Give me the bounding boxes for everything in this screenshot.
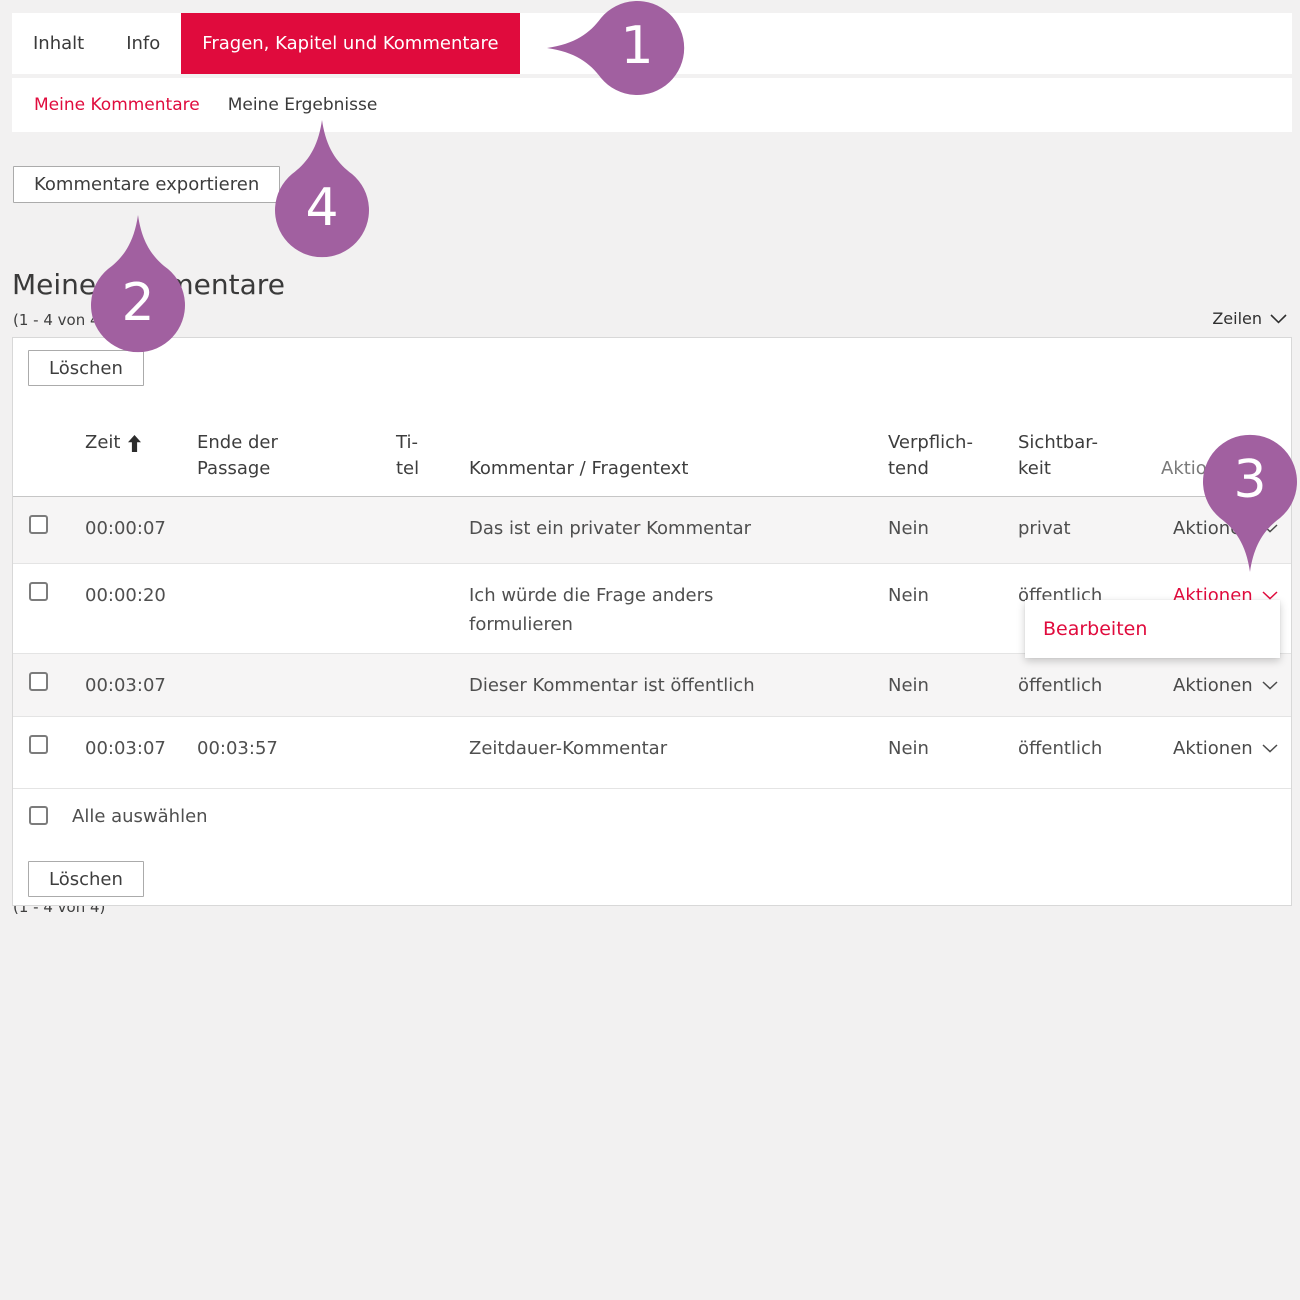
delete-button-top[interactable]: Löschen [28, 350, 144, 386]
cell-sichtbarkeit: öffentlich [1006, 717, 1149, 788]
column-header-aktionen: Aktionen [1149, 456, 1293, 482]
menu-item-bearbeiten[interactable]: Bearbeiten [1025, 618, 1147, 640]
subtab-meine-kommentare[interactable]: Meine Kommentare [34, 95, 200, 115]
cell-verpflichtend: Nein [876, 564, 1006, 653]
row-checkbox[interactable] [29, 582, 48, 601]
cell-ende [185, 564, 384, 653]
rows-per-page-dropdown[interactable]: Zeilen [1212, 309, 1287, 328]
subtab-meine-ergebnisse[interactable]: Meine Ergebnisse [228, 95, 378, 115]
annotation-pin-4: 4 [272, 118, 372, 258]
chevron-down-icon [1262, 524, 1278, 533]
cell-verpflichtend: Nein [876, 717, 1006, 788]
cell-kommentar: Zeitdauer-Kommentar [457, 717, 876, 788]
table-row: 00:03:07 00:03:57 Zeitdauer-Kommentar Ne… [13, 716, 1291, 788]
select-all-checkbox[interactable] [29, 806, 48, 825]
chevron-down-icon [1262, 681, 1278, 690]
cell-titel [384, 497, 457, 563]
tab-fragen-kapitel-und-kommentare[interactable]: Fragen, Kapitel und Kommentare [181, 13, 519, 74]
cell-kommentar: Das ist ein privater Kommentar [457, 497, 876, 563]
sub-tab-bar: Meine Kommentare Meine Ergebnisse [12, 78, 1292, 132]
select-all-label: Alle auswählen [72, 806, 208, 828]
column-header-ende-der-passage: Ende der Passage [185, 430, 384, 482]
column-header-sichtbarkeit: Sichtbar- keit [1006, 430, 1149, 482]
annotation-pin-number: 4 [305, 182, 338, 234]
delete-button-bottom[interactable]: Löschen [28, 861, 144, 897]
select-all-row: Alle auswählen [13, 788, 1291, 850]
table-row: 00:00:07 Das ist ein privater Kommentar … [13, 497, 1291, 563]
page: Inhalt Info Fragen, Kapitel und Kommenta… [0, 0, 1300, 1300]
row-checkbox[interactable] [29, 735, 48, 754]
chevron-down-icon [1262, 744, 1278, 753]
cell-sichtbarkeit: privat [1006, 497, 1149, 563]
column-header-titel: Ti- tel [384, 430, 457, 482]
table-row: 00:03:07 Dieser Kommentar ist öffentlich… [13, 653, 1291, 716]
export-comments-button[interactable]: Kommentare exportieren [13, 166, 280, 203]
cell-zeit: 00:00:20 [73, 564, 185, 653]
cell-kommentar: Dieser Kommentar ist öffentlich [457, 654, 876, 716]
column-header-kommentar-fragentext: Kommentar / Fragentext [457, 456, 876, 482]
aktionen-dropdown[interactable]: Aktionen [1173, 514, 1278, 543]
cell-ende [185, 497, 384, 563]
cell-zeit: 00:03:07 [73, 654, 185, 716]
column-header-zeit[interactable]: Zeit [73, 404, 185, 482]
aktionen-dropdown[interactable]: Aktionen [1173, 671, 1278, 700]
aktionen-dropdown[interactable]: Aktionen [1173, 734, 1278, 763]
chevron-down-icon [1262, 591, 1278, 600]
cell-sichtbarkeit: öffentlich [1006, 654, 1149, 716]
tab-inhalt[interactable]: Inhalt [12, 13, 105, 74]
rows-per-page-label: Zeilen [1212, 309, 1262, 328]
cell-verpflichtend: Nein [876, 497, 1006, 563]
cell-titel [384, 717, 457, 788]
cell-ende: 00:03:57 [185, 717, 384, 788]
row-checkbox[interactable] [29, 515, 48, 534]
page-title: Meine Kommentare [12, 268, 285, 301]
chevron-down-icon [1270, 314, 1287, 324]
column-header-verpflichtend: Verpflich- tend [876, 430, 1006, 482]
main-tab-bar: Inhalt Info Fragen, Kapitel und Kommenta… [12, 13, 1292, 74]
column-header-zeit-label: Zeit [85, 430, 120, 456]
cell-zeit: 00:00:07 [73, 497, 185, 563]
cell-kommentar: Ich würde die Frage anders formulieren [457, 564, 876, 653]
result-count-top: (1 - 4 von 4) [13, 311, 105, 329]
cell-zeit: 00:03:07 [73, 717, 185, 788]
cell-verpflichtend: Nein [876, 654, 1006, 716]
tab-info[interactable]: Info [105, 13, 181, 74]
table-header-row: Zeit Ende der Passage Ti- tel Kommentar … [13, 386, 1291, 497]
sort-ascending-icon [128, 435, 141, 452]
aktionen-menu: Bearbeiten [1025, 600, 1280, 658]
row-checkbox[interactable] [29, 672, 48, 691]
cell-titel [384, 654, 457, 716]
cell-ende [185, 654, 384, 716]
cell-titel [384, 564, 457, 653]
